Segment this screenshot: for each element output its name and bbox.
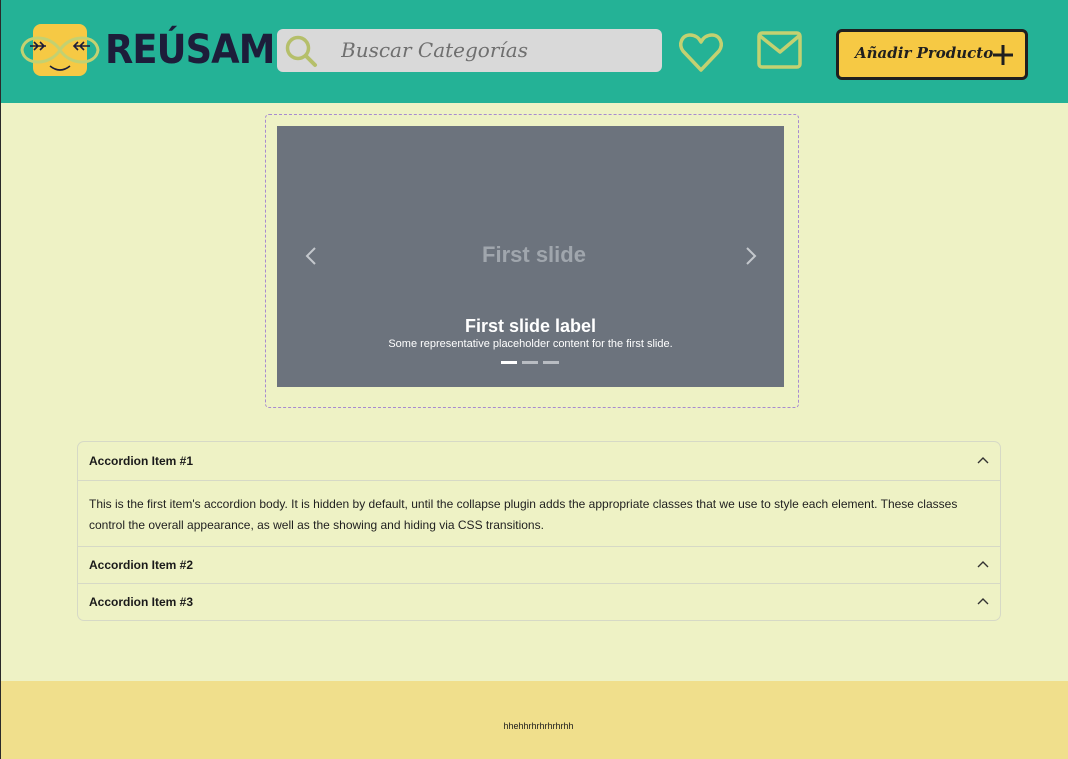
chevron-up-icon bbox=[977, 598, 989, 605]
search-bar[interactable] bbox=[277, 29, 662, 72]
accordion-item-1-text: This is the first item's accordion body.… bbox=[89, 497, 958, 532]
footer-text: hhehhrhrhrhrhrhh bbox=[503, 721, 574, 731]
header: REÚSAME Añadir Producto bbox=[1, 0, 1068, 103]
chevron-up-icon bbox=[977, 561, 989, 568]
accordion-item-3-header[interactable]: Accordion Item #3 bbox=[78, 583, 1000, 620]
accordion-item-2-header[interactable]: Accordion Item #2 bbox=[78, 546, 1000, 584]
add-product-button[interactable]: Añadir Producto bbox=[836, 29, 1028, 80]
search-input[interactable] bbox=[341, 34, 641, 66]
accordion-item-1-body: This is the first item's accordion body.… bbox=[78, 480, 1000, 546]
footer: hhehhrhrhrhrhrhh bbox=[1, 681, 1068, 759]
accordion-item-1-header[interactable]: Accordion Item #1 bbox=[78, 442, 1000, 480]
accordion: Accordion Item #1 This is the first item… bbox=[77, 441, 1001, 621]
logo-icon bbox=[20, 24, 100, 76]
mail-icon[interactable] bbox=[756, 30, 804, 70]
carousel-indicator-2[interactable] bbox=[522, 361, 538, 364]
caption-text: Some representative placeholder content … bbox=[388, 338, 673, 350]
caption-label: First slide label bbox=[464, 316, 597, 336]
chevron-up-icon bbox=[977, 457, 989, 464]
search-icon[interactable] bbox=[283, 33, 319, 69]
accordion-item-1-label: Accordion Item #1 bbox=[89, 454, 194, 468]
heart-icon[interactable] bbox=[677, 29, 725, 77]
accordion-item-2-label: Accordion Item #2 bbox=[89, 558, 194, 572]
carousel-prev-icon[interactable] bbox=[301, 244, 321, 268]
carousel-indicator-1[interactable] bbox=[501, 361, 517, 364]
plus-icon bbox=[993, 45, 1013, 65]
carousel-next-icon[interactable] bbox=[741, 244, 761, 268]
brand-name: REÚSAME bbox=[105, 27, 300, 73]
add-product-label: Añadir Producto bbox=[855, 44, 994, 62]
carousel-indicator-3[interactable] bbox=[543, 361, 559, 364]
accordion-item-3-label: Accordion Item #3 bbox=[89, 595, 194, 609]
slide-title: First slide bbox=[482, 242, 586, 267]
carousel-indicators bbox=[501, 361, 559, 364]
carousel: First slide First slide label Some repre… bbox=[277, 126, 784, 387]
